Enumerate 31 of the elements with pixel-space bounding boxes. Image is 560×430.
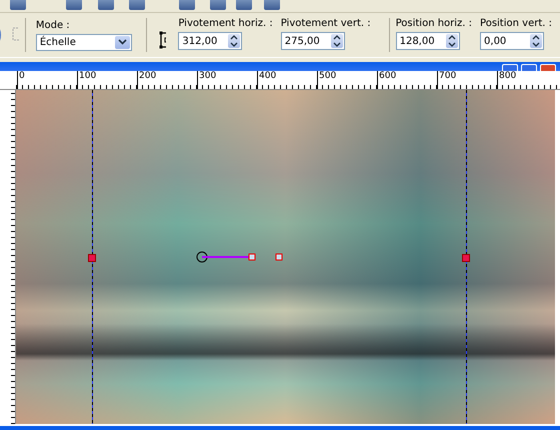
ruler-label: 400 [257,71,276,89]
field-label: Pivotement vert. : [280,18,371,30]
deform-handle[interactable] [462,254,470,262]
ruler-label: 600 [377,71,396,89]
maximize-button[interactable] [521,64,537,71]
guide-line[interactable] [92,90,93,424]
minimize-button[interactable] [502,64,518,71]
spin-arrows-icon[interactable] [530,34,542,48]
ruler-label: 100 [77,71,96,89]
ruler-label: 500 [317,71,336,89]
spin-arrows-icon[interactable] [446,34,458,48]
ruler-label: 300 [197,71,216,89]
deform-handle[interactable] [88,254,96,262]
mode-dropdown[interactable]: Échelle [36,34,132,50]
spin-field[interactable]: 275,00 [280,32,345,50]
chevron-down-icon [118,39,127,45]
field-label: Pivotement horiz. : [178,18,273,30]
ruler-label: 0 [17,71,25,89]
spin-field[interactable]: 0,00 [480,32,544,50]
ruler-label: 800 [497,71,516,89]
field-label: Position vert. : [480,18,552,30]
ruler-label: 700 [437,71,456,89]
spin-arrows-icon[interactable] [330,34,343,48]
spin-field[interactable]: 128,00 [396,32,460,50]
close-button[interactable] [540,64,556,71]
mode-label: Mode : [36,20,71,32]
field-label: Position horiz. : [396,18,472,30]
spin-arrows-icon[interactable] [228,34,240,48]
ruler-label: 200 [137,71,156,89]
guide-line[interactable] [466,90,467,424]
spin-field[interactable]: 312,00 [178,32,242,50]
